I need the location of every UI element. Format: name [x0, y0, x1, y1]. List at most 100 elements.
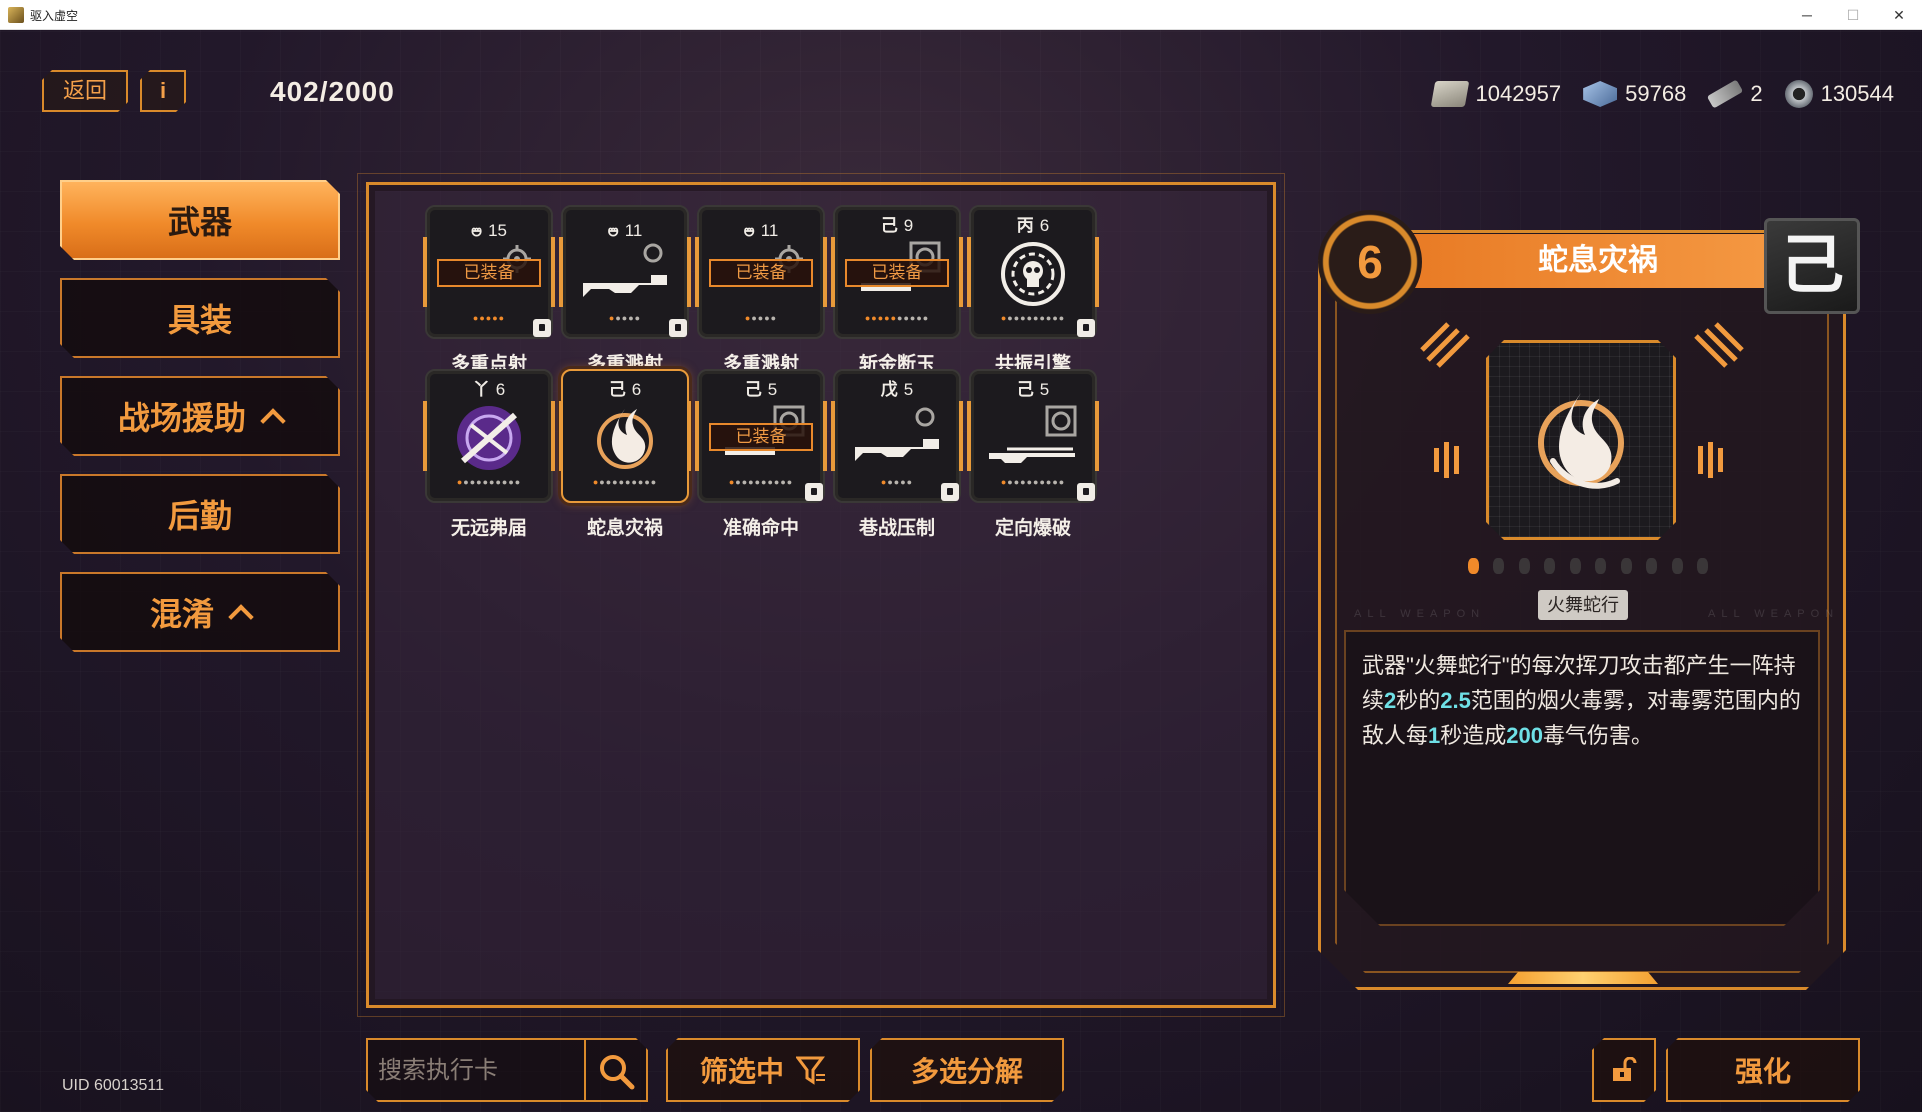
equipped-badge: 已装备 — [709, 423, 813, 451]
search-icon[interactable] — [598, 1054, 636, 1090]
page-dot — [1518, 558, 1530, 574]
currency-cash: 1042957 — [1431, 81, 1561, 107]
card-name: 蛇息灾祸 — [586, 518, 663, 539]
back-button[interactable]: 返回 — [42, 70, 128, 112]
rank-glyph: 🜰 — [607, 221, 619, 240]
rank-glyph: 己 — [744, 380, 762, 399]
weapon-card[interactable]: 己 5 已装备 ●●●●●●●●●● 准确命中 — [691, 369, 831, 539]
card-level: 己9 — [827, 211, 967, 236]
cube-icon — [1583, 81, 1618, 107]
highlight-value: 200 — [1506, 723, 1543, 748]
tab-label: 战场援助 — [117, 400, 246, 436]
tab-weapons[interactable]: 武器 — [60, 180, 340, 260]
page-dot — [1493, 558, 1505, 574]
detail-title: 蛇息灾祸 — [1398, 234, 1798, 288]
page-dot — [1646, 558, 1658, 574]
gear-icon — [1784, 80, 1813, 108]
upgrade-dots: ●●●●●●●●●● — [592, 477, 658, 487]
description-text: 毒气伤害。 — [1543, 723, 1654, 748]
weapon-card[interactable]: 己 5 ●●●●●●●●●● 定向爆破 — [963, 369, 1103, 539]
pagination-dots — [1468, 558, 1708, 574]
rank-glyph: 戊 — [880, 380, 898, 399]
level-number: 5 — [1039, 380, 1050, 399]
currency-cube: 59768 — [1583, 81, 1686, 107]
rays-decoration — [1420, 322, 1470, 368]
watermark-text: ALL WEAPON — [1354, 608, 1486, 620]
currency-bar: 1042957 59768 2 130544 — [1431, 74, 1894, 114]
rank-badge: 己 — [1764, 218, 1860, 314]
page-dot — [1468, 558, 1479, 574]
card-level: 戊5 — [827, 375, 967, 400]
weapon-card[interactable]: 🜰 15 已装备 ●●●●● 多重点射 — [419, 205, 559, 375]
highlight-value: 1 — [1428, 723, 1441, 748]
chip-icon — [1707, 79, 1744, 109]
card-subtitle: 火舞蛇行 — [1538, 590, 1628, 620]
bars-decoration — [1434, 442, 1459, 478]
rank-glyph: 丫 — [472, 380, 490, 399]
window-title: 驱入虚空 — [30, 9, 79, 23]
description-text: 秒的 — [1396, 688, 1441, 713]
weapon-card[interactable]: 🜰 11 ●●●●● 多重溅射 — [555, 205, 695, 375]
tab-label: 混淆 — [149, 596, 214, 632]
highlight-value: 2 — [1384, 688, 1397, 713]
equipped-badge: 已装备 — [845, 259, 949, 287]
rifle-icon — [987, 403, 1079, 473]
lock-toggle-button[interactable] — [1592, 1038, 1656, 1102]
close-button[interactable]: ✕ — [1876, 2, 1922, 28]
rays-decoration — [1694, 322, 1744, 368]
level-number: 5 — [767, 380, 778, 399]
search-input[interactable] — [378, 1052, 568, 1090]
rank-glyph: 🜰 — [743, 221, 755, 240]
cross-icon — [443, 403, 535, 473]
tab-logistics[interactable]: 后勤 — [60, 474, 340, 554]
weapon-card[interactable]: 己 6 ●●●●●●●●●● 蛇息灾祸 — [555, 369, 695, 539]
upgrade-dots: ●●●●●●●●●● — [864, 313, 930, 323]
minimize-button[interactable]: ─ — [1784, 2, 1830, 28]
weapon-card[interactable]: 丙 6 ●●●●●●●●●● 共振引擎 — [963, 205, 1103, 375]
card-level: 丫6 — [419, 375, 559, 400]
skull-icon — [987, 239, 1079, 309]
lock-icon — [533, 319, 551, 337]
rank-glyph: 己 — [1016, 380, 1034, 399]
weapon-card[interactable]: 丫 6 ●●●●●●●●●● 无远弗届 — [419, 369, 559, 539]
lock-icon — [1077, 319, 1095, 337]
equipped-badge: 已装备 — [709, 259, 813, 287]
page-dot — [1569, 558, 1581, 574]
rank-glyph: 丙 — [1016, 216, 1034, 235]
info-button[interactable]: i — [140, 70, 186, 112]
filter-button[interactable]: 筛选中 — [666, 1038, 860, 1102]
card-level: 己5 — [963, 375, 1103, 400]
equipped-badge: 已装备 — [437, 259, 541, 287]
weapon-card[interactable]: 己 9 已装备 ●●●●●●●●●● 斩金断玉 — [827, 205, 967, 375]
chevron-up-icon — [228, 604, 253, 629]
weapon-card[interactable]: 🜰 11 已装备 ●●●●● 多重溅射 — [691, 205, 831, 375]
tab-armor[interactable]: 具装 — [60, 278, 340, 358]
upgrade-dots: ●●●●●●●●●● — [456, 477, 522, 487]
level-number: 5 — [903, 380, 914, 399]
level-number: 6 — [631, 380, 642, 399]
lock-icon — [805, 483, 823, 501]
tab-battlefield-support[interactable]: 战场援助 — [60, 376, 340, 456]
enhance-button[interactable]: 强化 — [1666, 1038, 1860, 1102]
window-titlebar: 驱入虚空 ─ ☐ ✕ — [0, 0, 1922, 30]
page-dot — [1544, 558, 1556, 574]
weapon-card[interactable]: 戊 5 ●●●●● 巷战压制 — [827, 369, 967, 539]
currency-value: 59768 — [1625, 81, 1687, 106]
tab-obfuscation[interactable]: 混淆 — [60, 572, 340, 652]
level-number: 9 — [903, 216, 914, 235]
page-dot — [1595, 558, 1607, 574]
card-art-frame — [1486, 340, 1676, 540]
flame-icon — [579, 403, 671, 473]
glow-indicator — [1508, 972, 1658, 984]
card-name: 定向爆破 — [994, 518, 1071, 539]
currency-gear: 130544 — [1784, 80, 1894, 108]
maximize-button[interactable]: ☐ — [1830, 2, 1876, 28]
multi-dismantle-button[interactable]: 多选分解 — [870, 1038, 1064, 1102]
chevron-up-icon — [260, 408, 285, 433]
page-dot — [1696, 558, 1708, 574]
level-number: 11 — [624, 221, 643, 240]
category-sidebar: 武器 具装 战场援助 后勤 混淆 — [60, 180, 340, 670]
currency-value: 2 — [1750, 81, 1763, 106]
level-number: 6 — [1039, 216, 1050, 235]
description-text: 秒造成 — [1440, 723, 1507, 748]
